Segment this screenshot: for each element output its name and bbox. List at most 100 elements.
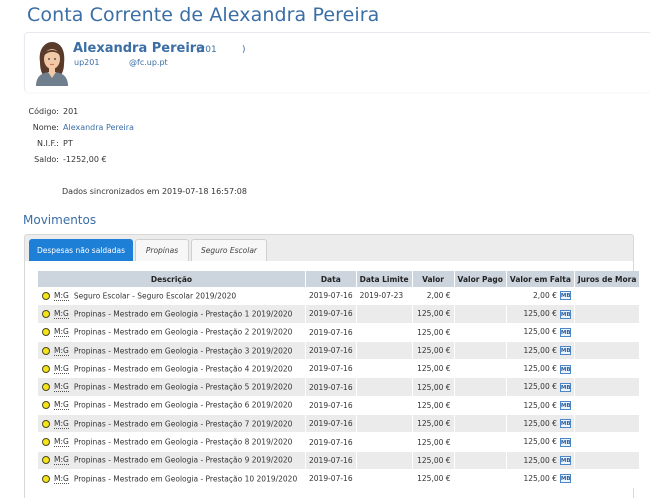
cell-valor-em-falta: 2,00 € MB — [506, 287, 575, 306]
cell-valor: 125,00 € — [412, 323, 455, 342]
tag-label[interactable]: M:G — [54, 437, 69, 448]
cell-juros-de-mora — [574, 415, 641, 434]
cell-descricao: M:G Propinas - Mestrado em Geologia - Pre… — [38, 378, 306, 397]
col-juros-de-mora: Juros de Mora — [574, 271, 641, 287]
cell-data: 2019-07-16 — [306, 360, 357, 379]
description-text: Propinas - Mestrado em Geologia - Presta… — [73, 437, 293, 447]
table-row: M:G Propinas - Mestrado em Geologia - Pre… — [38, 469, 641, 489]
multibanco-payment-icon[interactable]: MB — [559, 382, 571, 392]
multibanco-payment-icon[interactable]: MB — [559, 401, 571, 411]
valor-em-falta-amount: 125,00 € — [523, 309, 557, 319]
multibanco-payment-icon[interactable]: MB — [559, 419, 571, 429]
cell-descricao: M:G Seguro Escolar - Seguro Escolar 2019/… — [38, 287, 306, 306]
col-data-limite: Data Limite — [356, 271, 413, 287]
tag-label[interactable]: M:G — [54, 400, 69, 411]
multibanco-payment-icon[interactable]: MB — [559, 346, 571, 356]
profile-code-close: ) — [242, 45, 246, 55]
description-text: Propinas - Mestrado em Geologia - Presta… — [73, 309, 293, 319]
cell-juros-de-mora — [574, 287, 641, 306]
nif-label: N.I.F.: — [37, 139, 59, 148]
tag-label[interactable]: M:G — [54, 291, 69, 301]
cell-juros-de-mora — [574, 323, 641, 342]
status-dot-icon — [42, 309, 50, 318]
cell-valor: 125,00 € — [412, 360, 455, 379]
cell-descricao: M:G Propinas - Mestrado em Geologia - Pre… — [38, 360, 306, 379]
cell-data: 2019-07-16 — [306, 396, 357, 416]
multibanco-payment-icon[interactable]: MB — [559, 309, 571, 319]
valor-em-falta-amount: 125,00 € — [523, 327, 557, 337]
table-row: M:G Seguro Escolar - Seguro Escolar 2019/… — [38, 287, 641, 306]
movements-table: Descrição Data Data Limite Valor Valor P… — [38, 271, 641, 489]
tag-label[interactable]: M:G — [54, 455, 69, 466]
multibanco-payment-icon[interactable]: MB — [559, 327, 571, 337]
cell-juros-de-mora — [574, 341, 641, 361]
tag-label[interactable]: M:G — [54, 474, 69, 484]
cell-data: 2019-07-16 — [306, 287, 357, 306]
description-text: Propinas - Mestrado em Geologia - Presta… — [73, 364, 293, 374]
cell-data-limite — [356, 451, 413, 470]
cell-data-limite — [356, 305, 413, 324]
cell-data-limite — [356, 323, 413, 342]
cell-descricao: M:G Propinas - Mestrado em Geologia - Pre… — [38, 451, 306, 470]
cell-data-limite — [356, 341, 413, 361]
table-row: M:G Propinas - Mestrado em Geologia - Pre… — [38, 360, 641, 379]
tag-label[interactable]: M:G — [54, 382, 69, 393]
page-title: Conta Corrente de Alexandra Pereira — [27, 4, 380, 26]
nome-link[interactable]: Alexandra Pereira — [63, 123, 134, 132]
profile-card: Alexandra Pereira (201 ) up201 @fc.up.pt — [24, 32, 650, 92]
cell-valor-em-falta: 125,00 € MB — [506, 360, 575, 379]
info-row-nif: N.I.F.: PT — [24, 139, 324, 151]
section-title-movimentos: Movimentos — [23, 213, 97, 227]
saldo-label: Saldo: — [34, 155, 59, 164]
cell-valor: 125,00 € — [412, 433, 455, 452]
tag-label[interactable]: M:G — [54, 364, 69, 374]
cell-valor-pago — [454, 378, 507, 397]
cell-juros-de-mora — [574, 378, 641, 397]
table-row: M:G Propinas - Mestrado em Geologia - Pre… — [38, 341, 641, 361]
col-valor-em-falta: Valor em Falta — [506, 271, 575, 287]
tab-seguro-escolar[interactable]: Seguro Escolar — [191, 239, 267, 261]
info-row-nome: Nome: Alexandra Pereira — [24, 123, 324, 135]
valor-em-falta-amount: 125,00 € — [523, 473, 557, 483]
profile-name: Alexandra Pereira — [73, 41, 205, 56]
col-valor-pago: Valor Pago — [454, 271, 507, 287]
cell-data: 2019-07-16 — [306, 451, 357, 470]
cell-valor-pago — [454, 360, 507, 379]
tag-label[interactable]: M:G — [54, 309, 69, 319]
cell-valor-pago — [454, 396, 507, 416]
tag-label[interactable]: M:G — [54, 419, 69, 429]
cell-valor-pago — [454, 341, 507, 361]
sync-timestamp: Dados sincronizados em 2019-07-18 16:57:… — [62, 187, 247, 196]
tab-propinas[interactable]: Propinas — [135, 239, 189, 261]
cell-descricao: M:G Propinas - Mestrado em Geologia - Pre… — [38, 415, 306, 434]
status-dot-icon — [42, 401, 50, 410]
cell-juros-de-mora — [574, 360, 641, 379]
tag-label[interactable]: M:G — [54, 346, 69, 356]
description-text: Propinas - Mestrado em Geologia - Presta… — [73, 327, 293, 337]
multibanco-payment-icon[interactable]: MB — [559, 437, 571, 447]
col-data: Data — [306, 271, 357, 287]
cell-data: 2019-07-16 — [306, 469, 357, 489]
valor-em-falta-amount: 2,00 € — [533, 290, 557, 300]
cell-data-limite — [356, 396, 413, 416]
tag-label[interactable]: M:G — [54, 327, 69, 338]
multibanco-payment-icon[interactable]: MB — [559, 364, 571, 374]
cell-valor-pago — [454, 451, 507, 470]
multibanco-payment-icon[interactable]: MB — [559, 474, 571, 484]
multibanco-payment-icon[interactable]: MB — [559, 291, 571, 301]
valor-em-falta-amount: 125,00 € — [523, 437, 557, 447]
cell-valor-pago — [454, 305, 507, 324]
table-row: M:G Propinas - Mestrado em Geologia - Pre… — [38, 378, 641, 397]
cell-data-limite — [356, 433, 413, 452]
cell-valor: 2,00 € — [412, 287, 455, 306]
status-dot-icon — [42, 456, 50, 465]
status-dot-icon — [42, 474, 50, 483]
status-dot-icon — [42, 346, 50, 355]
tab-despesas-nao-saldadas[interactable]: Despesas não saldadas — [29, 239, 133, 261]
multibanco-payment-icon[interactable]: MB — [559, 456, 571, 466]
description-text: Propinas - Mestrado em Geologia - Presta… — [73, 455, 293, 465]
avatar — [34, 40, 70, 86]
status-dot-icon — [42, 438, 50, 447]
table-row: M:G Propinas - Mestrado em Geologia - Pre… — [38, 451, 641, 470]
table-row: M:G Propinas - Mestrado em Geologia - Pre… — [38, 433, 641, 452]
